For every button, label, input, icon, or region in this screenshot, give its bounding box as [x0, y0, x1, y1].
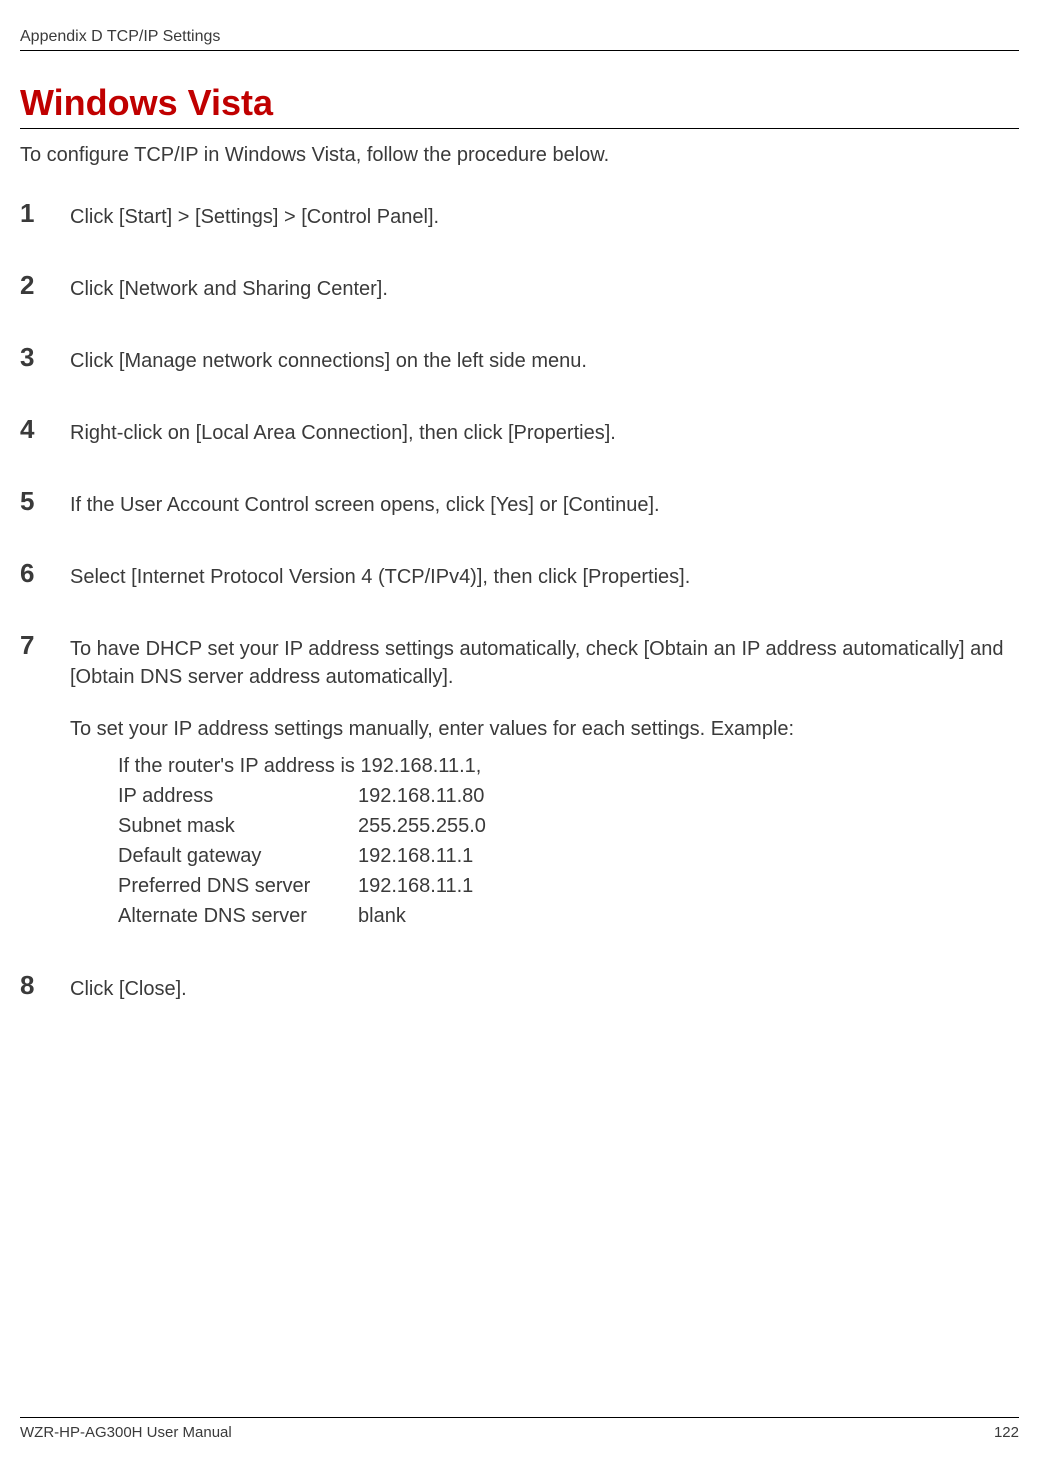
example-value: 192.168.11.1	[358, 871, 1019, 901]
step-text: Click [Manage network connections] on th…	[70, 344, 587, 375]
example-row: Alternate DNS server blank	[118, 901, 1019, 931]
example-intro-text: If the router's IP address is 192.168.11…	[118, 751, 481, 781]
example-intro: If the router's IP address is 192.168.11…	[118, 751, 1019, 781]
step-text: Click [Start] > [Settings] > [Control Pa…	[70, 200, 439, 231]
step-7-para1: To have DHCP set your IP address setting…	[70, 635, 1019, 691]
example-row: Subnet mask 255.255.255.0	[118, 811, 1019, 841]
step-3: 3 Click [Manage network connections] on …	[20, 344, 1019, 375]
step-text: If the User Account Control screen opens…	[70, 488, 660, 519]
example-row: Default gateway 192.168.11.1	[118, 841, 1019, 871]
step-number: 2	[20, 272, 70, 298]
intro-text: To configure TCP/IP in Windows Vista, fo…	[20, 144, 609, 167]
step-text: Select [Internet Protocol Version 4 (TCP…	[70, 560, 690, 591]
step-text: Click [Network and Sharing Center].	[70, 272, 388, 303]
step-text: Right-click on [Local Area Connection], …	[70, 416, 616, 447]
footer-manual-name: WZR-HP-AG300H User Manual	[20, 1424, 232, 1441]
example-value: 255.255.255.0	[358, 811, 1019, 841]
step-number: 5	[20, 488, 70, 514]
step-7-para2: To set your IP address settings manually…	[70, 715, 1019, 743]
example-row: IP address 192.168.11.80	[118, 781, 1019, 811]
step-text: To have DHCP set your IP address setting…	[70, 632, 1019, 931]
footer-page-number: 122	[994, 1424, 1019, 1441]
step-6: 6 Select [Internet Protocol Version 4 (T…	[20, 560, 1019, 591]
example-label: IP address	[118, 781, 358, 811]
step-text: Click [Close].	[70, 972, 187, 1003]
step-2: 2 Click [Network and Sharing Center].	[20, 272, 1019, 303]
appendix-label: Appendix D TCP/IP Settings	[20, 28, 220, 45]
step-number: 3	[20, 344, 70, 370]
step-7: 7 To have DHCP set your IP address setti…	[20, 632, 1019, 931]
example-label: Subnet mask	[118, 811, 358, 841]
step-1: 1 Click [Start] > [Settings] > [Control …	[20, 200, 1019, 231]
step-number: 6	[20, 560, 70, 586]
step-5: 5 If the User Account Control screen ope…	[20, 488, 1019, 519]
header-rule: Appendix D TCP/IP Settings	[20, 28, 1019, 51]
title-underline	[20, 128, 1019, 129]
step-number: 8	[20, 972, 70, 998]
example-value: blank	[358, 901, 1019, 931]
footer: WZR-HP-AG300H User Manual 122	[20, 1417, 1019, 1441]
example-row: Preferred DNS server 192.168.11.1	[118, 871, 1019, 901]
step-8: 8 Click [Close].	[20, 972, 1019, 1003]
step-number: 4	[20, 416, 70, 442]
step-number: 7	[20, 632, 70, 658]
example-value: 192.168.11.80	[358, 781, 1019, 811]
example-block: If the router's IP address is 192.168.11…	[70, 751, 1019, 931]
steps-list: 1 Click [Start] > [Settings] > [Control …	[20, 200, 1019, 1044]
example-label: Default gateway	[118, 841, 358, 871]
step-number: 1	[20, 200, 70, 226]
example-value: 192.168.11.1	[358, 841, 1019, 871]
example-label: Alternate DNS server	[118, 901, 358, 931]
step-4: 4 Right-click on [Local Area Connection]…	[20, 416, 1019, 447]
example-label: Preferred DNS server	[118, 871, 358, 901]
page-title: Windows Vista	[20, 82, 273, 124]
